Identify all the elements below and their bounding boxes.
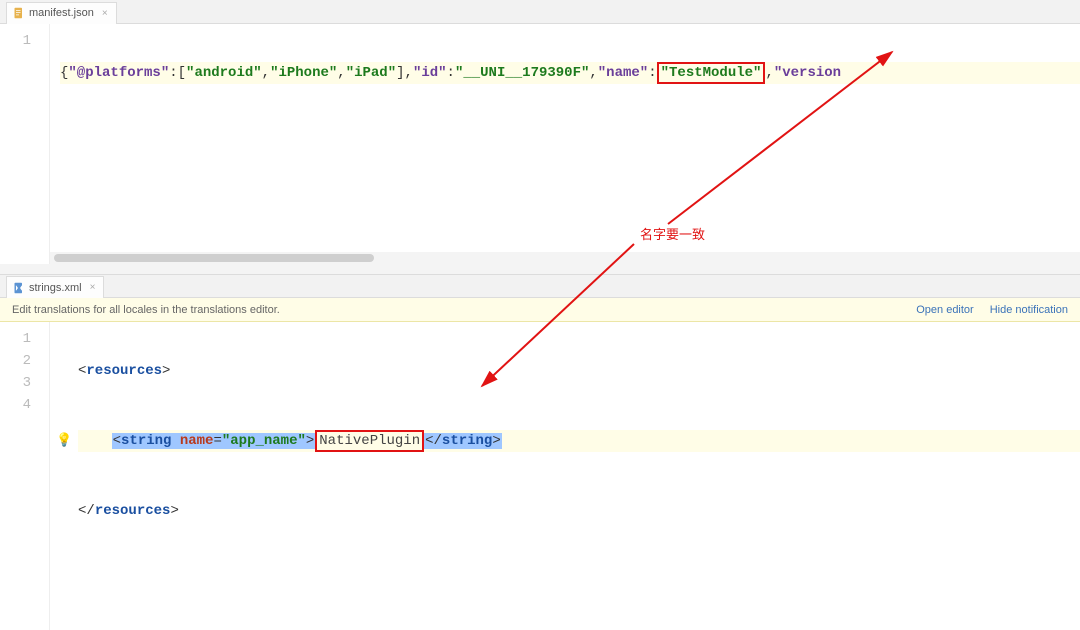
angle-bracket: >: [492, 433, 500, 449]
tab-manifest-label: manifest.json: [29, 7, 94, 19]
strings-code-area[interactable]: 1 2 3 4 <resources> 💡 <string name="app_…: [0, 322, 1080, 630]
code-line[interactable]: 💡 <string name="app_name">NativePlugin</…: [78, 430, 1080, 452]
indent: [78, 433, 112, 449]
bottom-tab-bar: strings.xml ×: [0, 274, 1080, 298]
bracket: ]: [396, 65, 404, 81]
line-number: 4: [0, 394, 31, 416]
angle-bracket: >: [306, 433, 314, 449]
angle-bracket: >: [170, 503, 178, 519]
close-icon[interactable]: ×: [90, 282, 96, 293]
tab-manifest[interactable]: manifest.json ×: [6, 2, 117, 24]
angle-bracket: </: [425, 433, 442, 449]
json-string: "iPad": [346, 65, 396, 81]
line-number: 2: [0, 350, 31, 372]
code-line[interactable]: <resources>: [78, 360, 1080, 382]
strings-gutter: 1 2 3 4: [0, 322, 50, 630]
code-line[interactable]: {"@platforms":["android","iPhone","iPad"…: [60, 62, 1080, 84]
manifest-code-area[interactable]: 1 {"@platforms":["android","iPhone","iPa…: [0, 24, 1080, 264]
json-key: "id": [413, 65, 447, 81]
line-number: 3: [0, 372, 31, 394]
hide-notification-link[interactable]: Hide notification: [990, 304, 1068, 316]
highlight-box-name-value: "TestModule": [657, 62, 766, 84]
top-tab-bar: manifest.json ×: [0, 0, 1080, 24]
translations-hint-bar: Edit translations for all locales in the…: [0, 298, 1080, 322]
json-string: "__UNI__179390F": [455, 65, 589, 81]
comma: ,: [262, 65, 270, 81]
angle-bracket: </: [78, 503, 95, 519]
scrollbar-thumb[interactable]: [54, 254, 374, 262]
hint-message: Edit translations for all locales in the…: [12, 304, 280, 316]
xml-text: NativePlugin: [319, 433, 420, 449]
tab-strings[interactable]: strings.xml ×: [6, 276, 104, 298]
xml-tag: resources: [95, 503, 171, 519]
close-icon[interactable]: ×: [102, 8, 108, 19]
code-line[interactable]: [78, 570, 1080, 592]
code-line[interactable]: </resources>: [78, 500, 1080, 522]
angle-bracket: <: [113, 433, 121, 449]
angle-bracket: >: [162, 363, 170, 379]
manifest-code[interactable]: {"@platforms":["android","iPhone","iPad"…: [50, 24, 1080, 264]
colon: :: [447, 65, 455, 81]
line-number: 1: [0, 30, 31, 52]
json-key: "name": [598, 65, 648, 81]
json-key: "@platforms": [68, 65, 169, 81]
comma: ,: [765, 65, 773, 81]
xml-tag: string: [121, 433, 171, 449]
comma: ,: [337, 65, 345, 81]
xml-attr-value: "app_name": [222, 433, 306, 449]
bulb-icon[interactable]: 💡: [56, 430, 72, 452]
highlight-box-app-name: NativePlugin: [315, 430, 424, 452]
colon: :: [648, 65, 656, 81]
open-editor-link[interactable]: Open editor: [916, 304, 973, 316]
json-file-icon: [13, 7, 25, 19]
line-number: 1: [0, 328, 31, 350]
xml-tag: resources: [86, 363, 162, 379]
tab-strings-label: strings.xml: [29, 282, 82, 294]
xml-tag: string: [442, 433, 492, 449]
xml-attr: name: [180, 433, 214, 449]
bracket: [: [178, 65, 186, 81]
strings-editor: strings.xml × Edit translations for all …: [0, 274, 1080, 630]
comma: ,: [405, 65, 413, 81]
comma: ,: [589, 65, 597, 81]
horizontal-scrollbar[interactable]: [50, 252, 1080, 264]
equals: =: [213, 433, 221, 449]
colon: :: [169, 65, 177, 81]
json-string: "iPhone": [270, 65, 337, 81]
json-key: "version: [774, 65, 841, 81]
xml-file-icon: [13, 282, 25, 294]
manifest-editor: manifest.json × 1 {"@platforms":["androi…: [0, 0, 1080, 264]
manifest-gutter: 1: [0, 24, 50, 264]
strings-code[interactable]: <resources> 💡 <string name="app_name">Na…: [50, 322, 1080, 630]
json-string: "android": [186, 65, 262, 81]
json-string: "TestModule": [661, 65, 762, 81]
